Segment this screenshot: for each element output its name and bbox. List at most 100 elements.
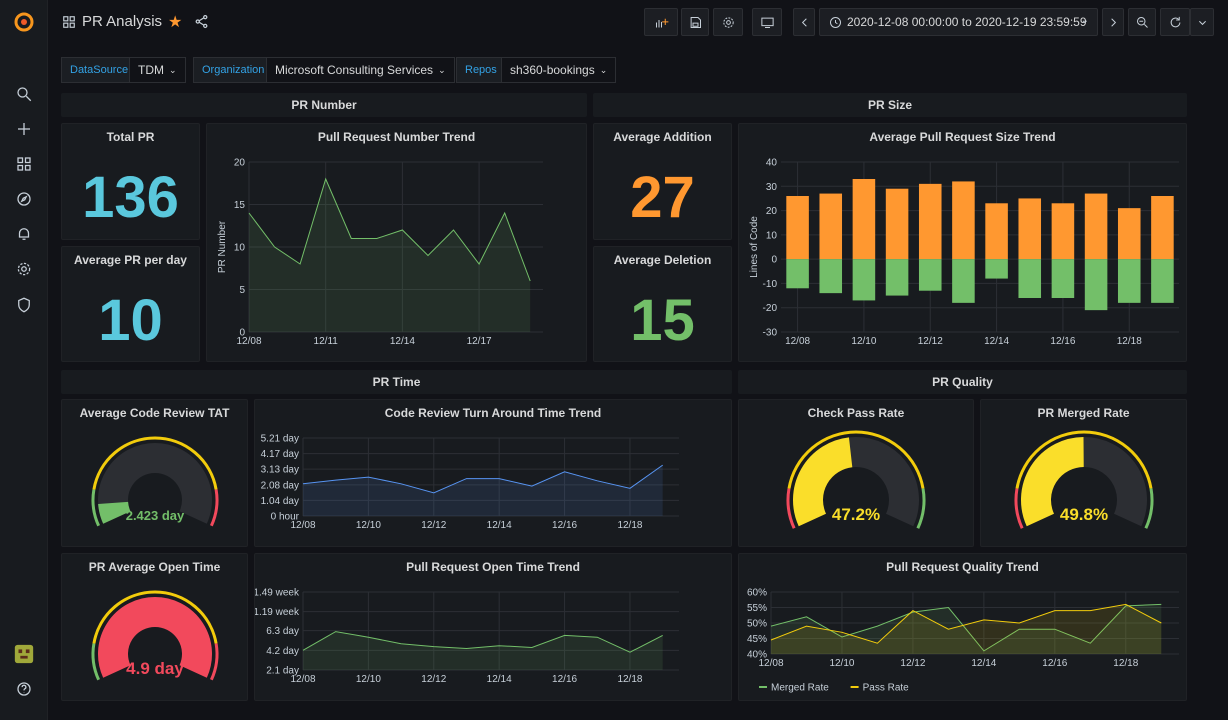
bell-icon[interactable] xyxy=(0,218,48,250)
y-tick-label: 50% xyxy=(747,619,767,630)
search-icon[interactable] xyxy=(0,78,48,110)
y-tick-label: 1.04 day xyxy=(261,496,299,507)
gauge-value: 4.9 day xyxy=(126,659,184,678)
y-tick-label: 40 xyxy=(766,158,778,169)
x-tick-label: 12/16 xyxy=(1042,658,1067,669)
y-tick-label: 20 xyxy=(766,206,778,217)
y-tick-label: 55% xyxy=(747,603,767,614)
add-panel-button[interactable] xyxy=(644,8,678,36)
refresh-icon[interactable] xyxy=(1160,8,1190,36)
shield-icon[interactable] xyxy=(0,289,48,321)
dashboards-icon[interactable] xyxy=(0,148,48,180)
organization-select[interactable]: Microsoft Consulting Services ⌄ xyxy=(266,57,455,83)
x-tick-label: 12/14 xyxy=(984,336,1009,347)
bar xyxy=(985,259,1008,279)
x-tick-label: 12/12 xyxy=(900,658,925,669)
pr-size-chart: -30 -20 -10 0 10 20 30 40 12/08 12/10 12/12 12/14 12… xyxy=(749,158,1179,347)
chevron-down-icon: ⌄ xyxy=(169,64,177,75)
gear-icon[interactable] xyxy=(0,253,48,285)
sidebar xyxy=(0,0,48,720)
zoom-out-icon[interactable] xyxy=(1128,8,1156,36)
clock-icon xyxy=(830,16,841,28)
y-tick-label: -20 xyxy=(763,303,778,314)
x-tick-label: 12/12 xyxy=(421,674,446,685)
legend-label: Pass Rate xyxy=(863,683,910,694)
y-tick-label: 3.13 day xyxy=(261,465,299,476)
grafana-logo-icon[interactable] xyxy=(0,6,48,38)
settings-icon[interactable] xyxy=(713,8,743,36)
panel-title: Average PR per day xyxy=(74,253,187,267)
open-time-chart: 2.1 day4.2 day6.3 day1.19 week1.49 week1… xyxy=(255,588,679,685)
gauge: 4.9 day xyxy=(91,590,219,681)
time-back-button[interactable] xyxy=(793,8,815,36)
bar xyxy=(918,259,942,291)
time-range-picker[interactable]: 2020-12-08 00:00:00 to 2020-12-19 23:59:… xyxy=(819,8,1098,36)
panel-open-time-gauge: PR Average Open Time 4.9 day xyxy=(61,553,248,701)
chevron-down-icon: ⌄ xyxy=(1080,15,1089,26)
stat-value: 15 xyxy=(630,288,695,353)
gauge-threshold xyxy=(209,643,219,681)
x-tick-label: 12/16 xyxy=(552,674,577,685)
stat-avg-pr-per-day: Average PR per day 10 xyxy=(61,246,200,362)
plus-icon[interactable] xyxy=(0,113,48,145)
stat-avg-addition: Average Addition 27 xyxy=(593,123,732,240)
x-tick-label: 12/11 xyxy=(314,336,339,347)
datasource-select[interactable]: TDM ⌄ xyxy=(129,57,186,83)
row-pr-size[interactable]: PR Size xyxy=(593,93,1187,117)
x-tick-label: 12/10 xyxy=(356,520,381,531)
compass-icon[interactable] xyxy=(0,183,48,215)
x-tick-label: 12/08 xyxy=(236,336,261,347)
y-tick-label: 2.08 day xyxy=(261,480,299,491)
panel-title: Average Deletion xyxy=(613,253,712,267)
x-tick-label: 12/08 xyxy=(290,674,315,685)
bar xyxy=(786,196,809,260)
x-tick-label: 12/14 xyxy=(390,336,415,347)
save-icon[interactable] xyxy=(681,8,709,36)
bar xyxy=(1018,198,1042,260)
bar xyxy=(1084,193,1108,260)
y-tick-label: 1.19 week xyxy=(255,607,300,618)
bar xyxy=(1018,259,1042,298)
organization-value: Microsoft Consulting Services xyxy=(275,63,434,77)
page-title[interactable]: PR Analysis xyxy=(82,13,162,30)
refresh-interval-dropdown[interactable] xyxy=(1190,8,1214,36)
panel-open-time-trend: Pull Request Open Time Trend 2.1 day 4.2 … xyxy=(254,553,732,701)
y-tick-label: 5 xyxy=(239,285,245,296)
tv-mode-icon[interactable] xyxy=(752,8,782,36)
series-area xyxy=(303,631,663,670)
gauge-value: 47.2% xyxy=(832,505,880,524)
x-tick-label: 12/14 xyxy=(487,674,512,685)
share-icon[interactable] xyxy=(194,14,209,32)
stat-total-pr: Total PR 136 xyxy=(61,123,200,240)
series-area xyxy=(771,604,1162,654)
star-icon[interactable]: ★ xyxy=(168,12,182,32)
y-axis-label: PR Number xyxy=(217,220,228,273)
help-icon[interactable] xyxy=(0,673,48,705)
panel-review-tat-trend: Code Review Turn Around Time Trend 0 hou… xyxy=(254,399,732,547)
x-tick-label: 12/16 xyxy=(552,520,577,531)
x-tick-label: 12/10 xyxy=(829,658,854,669)
time-forward-button[interactable] xyxy=(1102,8,1124,36)
y-tick-label: 6.3 day xyxy=(266,626,299,637)
gauge-threshold xyxy=(209,489,219,527)
organization-label: Organization xyxy=(193,57,274,83)
repos-select[interactable]: sh360-bookings ⌄ xyxy=(501,57,617,83)
y-tick-label: 10 xyxy=(766,230,778,241)
x-tick-label: 12/12 xyxy=(918,336,943,347)
chevron-down-icon: ⌄ xyxy=(438,64,446,75)
x-tick-label: 12/10 xyxy=(356,674,381,685)
x-tick-label: 12/08 xyxy=(290,520,315,531)
avatar[interactable] xyxy=(0,638,48,670)
row-pr-quality[interactable]: PR Quality xyxy=(738,370,1187,394)
x-tick-label: 12/08 xyxy=(785,336,810,347)
row-pr-number[interactable]: PR Number xyxy=(61,93,587,117)
x-tick-label: 12/18 xyxy=(1117,336,1142,347)
row-pr-time[interactable]: PR Time xyxy=(61,370,732,394)
series-area xyxy=(303,465,663,516)
dashboards-icon xyxy=(62,15,76,32)
x-tick-label: 12/17 xyxy=(467,336,492,347)
stat-avg-deletion: Average Deletion 15 xyxy=(593,246,732,362)
bar xyxy=(852,259,876,301)
gauge-fill xyxy=(98,501,131,524)
time-range-label: 2020-12-08 00:00:00 to 2020-12-19 23:59:… xyxy=(847,15,1087,29)
